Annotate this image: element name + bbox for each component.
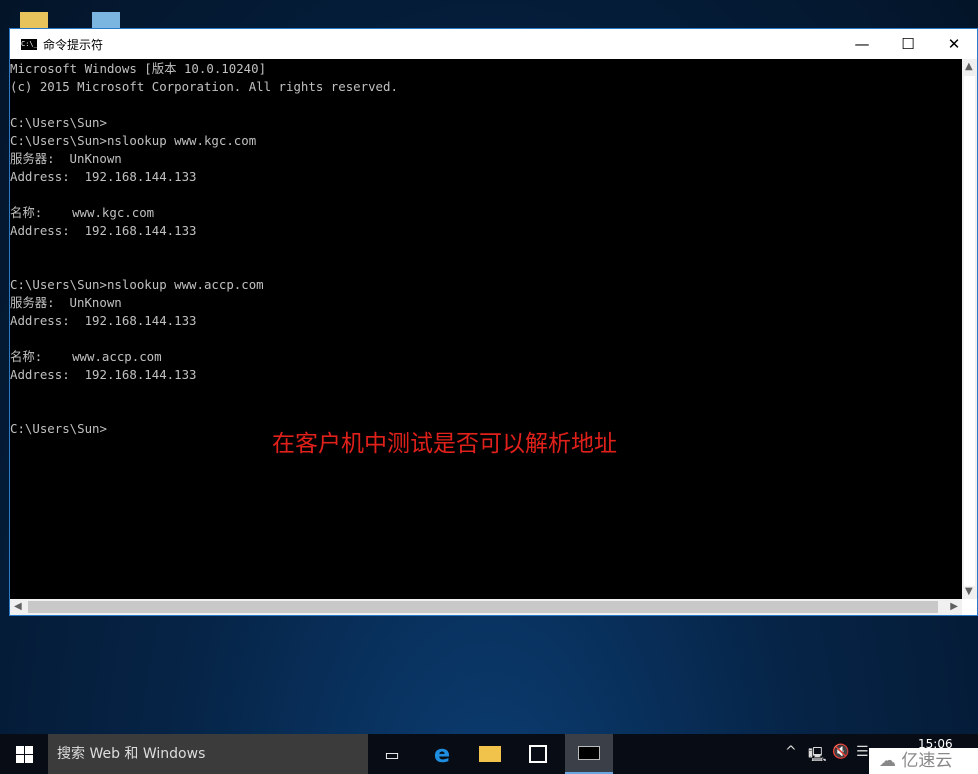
file-explorer-icon[interactable] xyxy=(466,734,514,774)
console-line: 名称: www.kgc.com xyxy=(10,205,155,220)
taskbar-cmd-icon[interactable] xyxy=(565,734,613,774)
chevron-up-icon[interactable]: ^ xyxy=(785,744,797,760)
console-line: C:\Users\Sun> xyxy=(10,115,107,130)
close-button[interactable]: ✕ xyxy=(931,29,977,59)
console-line: C:\Users\Sun>nslookup www.kgc.com xyxy=(10,133,257,148)
maximize-button[interactable]: ☐ xyxy=(885,29,931,59)
console-line: 名称: www.accp.com xyxy=(10,349,162,364)
minimize-button[interactable]: — xyxy=(839,29,885,59)
start-button[interactable] xyxy=(0,734,48,774)
task-view-icon[interactable]: ▭ xyxy=(368,734,416,774)
console-line: C:\Users\Sun>nslookup www.accp.com xyxy=(10,277,264,292)
notification-icon[interactable]: ☰ xyxy=(856,744,869,760)
scroll-thumb[interactable] xyxy=(28,601,938,613)
windows-logo-icon xyxy=(15,745,33,763)
console-output[interactable]: Microsoft Windows [版本 10.0.10240] (c) 201… xyxy=(10,59,962,599)
console-line: (c) 2015 Microsoft Corporation. All righ… xyxy=(10,79,398,94)
scroll-up-icon[interactable]: ▲ xyxy=(965,61,973,72)
volume-muted-icon[interactable]: 🔇 xyxy=(832,744,849,760)
watermark-logo: ☁ 亿速云 xyxy=(869,748,978,774)
title-bar[interactable]: C:\_ 命令提示符 xyxy=(10,29,977,59)
store-icon[interactable] xyxy=(514,734,562,774)
console-line: 服务器: UnKnown xyxy=(10,151,122,166)
console-line: Address: 192.168.144.133 xyxy=(10,223,197,238)
console-line: Address: 192.168.144.133 xyxy=(10,313,197,328)
edge-icon[interactable]: e xyxy=(418,734,466,774)
cmd-icon: C:\_ xyxy=(21,38,38,50)
taskbar: 搜索 Web 和 Windows ▭ e ^ 🖳 🔇 ☰ 15:06 xyxy=(0,734,978,774)
console-line: Address: 192.168.144.133 xyxy=(10,169,197,184)
console-line: Microsoft Windows [版本 10.0.10240] xyxy=(10,61,267,76)
vertical-scrollbar[interactable]: ▲ ▼ xyxy=(962,59,977,599)
window-title: 命令提示符 xyxy=(43,37,104,52)
cmd-window: C:\_ 命令提示符 — ☐ ✕ Microsoft Windows [版本 1… xyxy=(9,28,978,616)
scroll-left-icon[interactable]: ◀ xyxy=(14,601,22,612)
scroll-thumb[interactable] xyxy=(964,76,975,586)
network-icon[interactable]: 🖳 xyxy=(808,744,827,768)
scroll-right-icon[interactable]: ▶ xyxy=(950,601,958,612)
console-line: 服务器: UnKnown xyxy=(10,295,122,310)
console-line: Address: 192.168.144.133 xyxy=(10,367,197,382)
horizontal-scrollbar[interactable]: ◀ ▶ xyxy=(10,599,962,615)
scroll-down-icon[interactable]: ▼ xyxy=(965,586,973,597)
search-box[interactable]: 搜索 Web 和 Windows xyxy=(48,734,368,774)
annotation-text: 在客户机中测试是否可以解析地址 xyxy=(272,431,617,457)
